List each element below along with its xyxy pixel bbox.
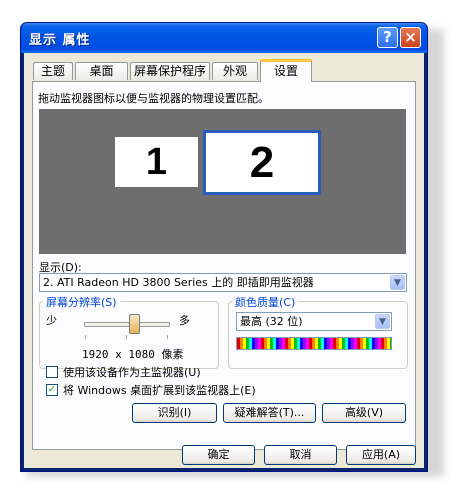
cancel-button[interactable]: 取消 (264, 445, 337, 465)
monitor-2-label: 2 (249, 138, 275, 187)
resolution-value: 1920 x 1080 像素 (82, 348, 184, 361)
identify-button[interactable]: 识别(I) (132, 403, 217, 423)
checkmark-icon: ✓ (47, 384, 57, 395)
monitor-2-icon[interactable]: 2 (203, 130, 321, 195)
extend-desktop-label[interactable]: 将 Windows 桌面扩展到该监视器上(E) (63, 382, 256, 398)
apply-button[interactable]: 应用(A) (346, 445, 416, 465)
color-quality-select-value: 最高 (32 位) (240, 315, 303, 328)
monitor-1-icon[interactable]: 1 (115, 137, 198, 187)
display-select-value: 2. ATI Radeon HD 3800 Series 上的 即插即用监视器 (43, 276, 314, 289)
ok-button[interactable]: 确定 (182, 445, 255, 465)
chevron-down-icon: ▼ (375, 314, 390, 329)
close-icon: × (404, 28, 417, 46)
primary-monitor-label[interactable]: 使用该设备作为主监视器(U) (63, 364, 201, 380)
slider-tick (126, 335, 127, 339)
help-icon: ? (383, 28, 392, 46)
instruction-text: 拖动监视器图标以便与监视器的物理设置匹配。 (38, 92, 269, 105)
help-button[interactable]: ? (377, 27, 398, 48)
display-select[interactable]: 2. ATI Radeon HD 3800 Series 上的 即插即用监视器 … (39, 273, 407, 292)
title-bar[interactable]: 显示 属性 ? × (21, 23, 427, 53)
monitor-arrangement-area: 1 2 (39, 109, 406, 254)
troubleshoot-button[interactable]: 疑难解答(T)... (223, 403, 316, 423)
advanced-button[interactable]: 高级(V) (322, 403, 406, 423)
dialog-client-area: 主题 桌面 屏幕保护程序 外观 设置 拖动监视器图标以便与监视器的物理设置匹配。… (24, 53, 424, 468)
close-button[interactable]: × (400, 27, 421, 48)
extend-desktop-checkbox[interactable]: ✓ (46, 384, 58, 396)
color-spectrum-bar (236, 337, 392, 350)
resolution-slider-track[interactable] (84, 322, 170, 327)
display-properties-window: 显示 属性 ? × 主题 桌面 屏幕保护程序 外观 设置 拖动监视器图标以便与监… (20, 22, 428, 472)
color-quality-select[interactable]: 最高 (32 位) ▼ (236, 312, 392, 331)
primary-monitor-checkbox[interactable] (46, 366, 58, 378)
window-title: 显示 属性 (29, 33, 91, 48)
slider-tick (167, 335, 168, 339)
color-quality-group-title: 颜色质量(C) (232, 294, 299, 310)
resolution-group-title: 屏幕分辨率(S) (43, 294, 120, 310)
chevron-down-icon: ▼ (390, 275, 405, 290)
resolution-more-label: 多 (179, 314, 190, 327)
slider-tick (85, 335, 86, 339)
resolution-less-label: 少 (46, 314, 57, 327)
resolution-slider-thumb[interactable] (129, 314, 141, 334)
monitor-1-label: 1 (145, 141, 168, 183)
